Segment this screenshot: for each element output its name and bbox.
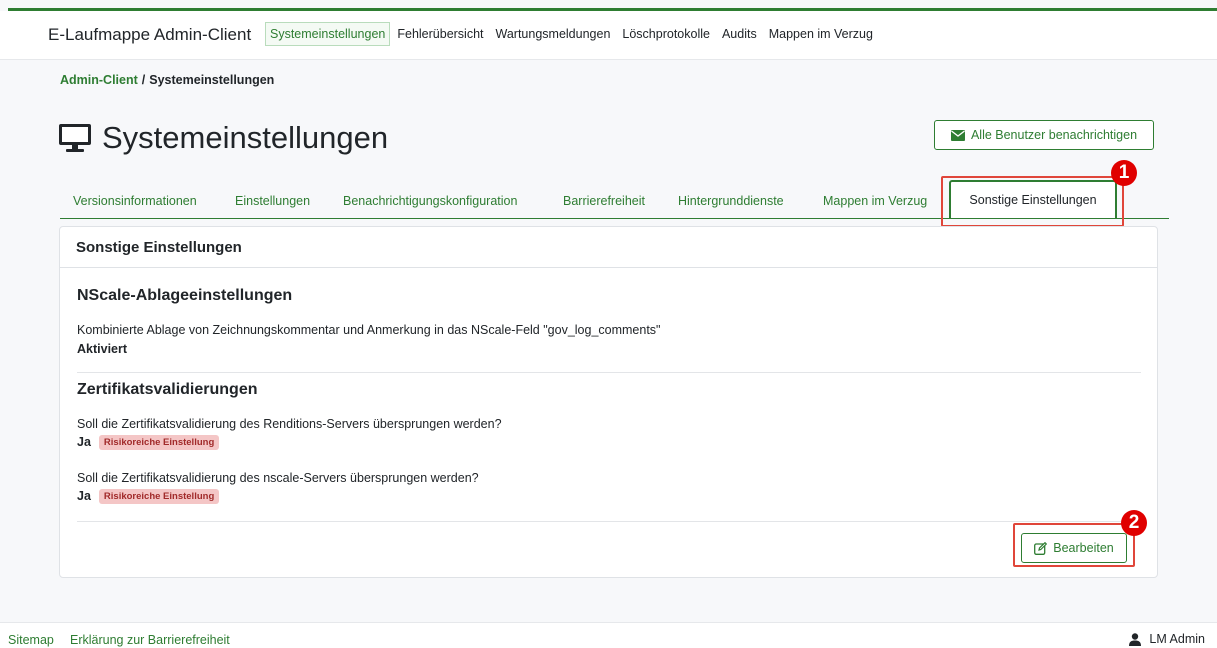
cert-answer-renditions: Ja Risikoreiche Einstellung: [77, 435, 220, 451]
user-menu[interactable]: LM Admin: [1129, 632, 1205, 646]
nav-link-wartungsmeldungen[interactable]: Wartungsmeldungen: [491, 22, 616, 46]
tab-label: Einstellungen: [235, 193, 311, 208]
envelope-icon: [950, 129, 965, 141]
nav-link-audits[interactable]: Audits: [717, 22, 762, 46]
notify-all-users-button[interactable]: Alle Benutzer benachrichtigen: [934, 120, 1154, 150]
footer-link-accessibility[interactable]: Erklärung zur Barrierefreiheit: [70, 633, 230, 647]
tab-label: Barrierefreiheit: [563, 193, 645, 208]
tab-label: Versionsinformationen: [73, 193, 197, 208]
breadcrumb-root[interactable]: Admin-Client: [60, 73, 138, 87]
tab-hintergrunddienste[interactable]: Hintergrunddienste: [672, 184, 790, 217]
risk-badge: Risikoreiche Einstellung: [98, 489, 220, 505]
tab-label: Hintergrunddienste: [678, 193, 784, 208]
footer: Sitemap Erklärung zur Barrierefreiheit L…: [0, 622, 1217, 648]
notify-button-label: Alle Benutzer benachrichtigen: [970, 128, 1138, 142]
nscale-setting-text: Kombinierte Ablage von Zeichnungskomment…: [77, 323, 661, 337]
card-header: Sonstige Einstellungen: [60, 227, 1157, 268]
page-title-text: Systemeinstellungen: [102, 120, 389, 155]
section-certs-title: Zertifikatsvalidierungen: [77, 381, 258, 398]
nscale-setting-value: Aktiviert: [77, 342, 128, 356]
breadcrumb-separator: /: [141, 73, 146, 87]
brand[interactable]: E-Laufmappe Admin-Client: [48, 25, 251, 45]
footer-divider: [77, 521, 1141, 522]
page-title: Systemeinstellungen: [58, 120, 388, 156]
edit-button-label: Bearbeiten: [1053, 541, 1114, 555]
cert-answer-nscale-value: Ja: [77, 489, 91, 503]
breadcrumb: Admin-Client / Systemeinstellungen: [60, 73, 274, 87]
tab-mappen-im-verzug[interactable]: Mappen im Verzug: [817, 184, 933, 217]
tab-einstellungen[interactable]: Einstellungen: [229, 184, 316, 217]
settings-tabs: Versionsinformationen Einstellungen Bena…: [60, 178, 1169, 219]
settings-card: Sonstige Einstellungen NScale-Ablageeins…: [59, 226, 1158, 578]
tab-benachrichtigungskonfiguration[interactable]: Benachrichtigungskonfiguration: [337, 184, 523, 217]
footer-link-sitemap[interactable]: Sitemap: [8, 633, 54, 647]
edit-button[interactable]: Bearbeiten: [1021, 533, 1127, 563]
tab-label: Benachrichtigungskonfiguration: [343, 193, 518, 208]
tab-versionsinformationen[interactable]: Versionsinformationen: [67, 184, 203, 217]
step-marker-2: 2: [1121, 510, 1147, 536]
navbar: E-Laufmappe Admin-Client Systemeinstellu…: [0, 11, 1217, 60]
nav-link-fehleruebersicht[interactable]: Fehlerübersicht: [392, 22, 488, 46]
cert-answer-nscale: Ja Risikoreiche Einstellung: [77, 489, 220, 505]
monitor-icon: [59, 124, 91, 152]
tab-sonstige-einstellungen[interactable]: Sonstige Einstellungen: [949, 180, 1117, 218]
tab-label: Mappen im Verzug: [823, 193, 928, 208]
section-nscale-title: NScale-Ablageeinstellungen: [77, 287, 293, 304]
section-divider: [77, 372, 1141, 373]
edit-icon: [1034, 541, 1048, 555]
user-icon: [1129, 632, 1142, 646]
cert-answer-renditions-value: Ja: [77, 435, 91, 449]
cert-question-nscale: Soll die Zertifikatsvalidierung des nsca…: [77, 471, 479, 485]
risk-badge: Risikoreiche Einstellung: [98, 435, 220, 451]
step-marker-1: 1: [1111, 160, 1137, 186]
breadcrumb-current: Systemeinstellungen: [149, 73, 275, 87]
nav-link-mappen-im-verzug[interactable]: Mappen im Verzug: [764, 22, 878, 46]
nav-links: Systemeinstellungen Fehlerübersicht Wart…: [265, 22, 880, 46]
cert-question-renditions: Soll die Zertifikatsvalidierung des Rend…: [77, 417, 502, 431]
nav-link-loeschprotokolle[interactable]: Löschprotokolle: [617, 22, 715, 46]
user-name: LM Admin: [1149, 632, 1205, 646]
tab-barrierefreiheit[interactable]: Barrierefreiheit: [557, 184, 651, 217]
tab-label: Sonstige Einstellungen: [969, 193, 1097, 207]
nav-link-systemeinstellungen[interactable]: Systemeinstellungen: [265, 22, 391, 46]
